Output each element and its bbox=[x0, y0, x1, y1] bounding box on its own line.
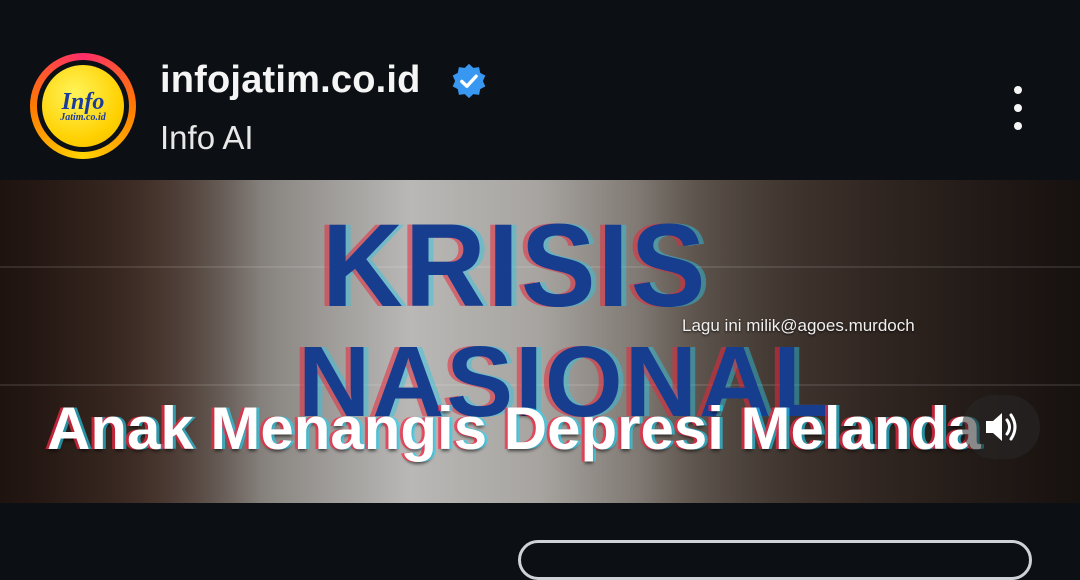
more-vertical-icon bbox=[1014, 86, 1022, 94]
avatar[interactable]: Info Jatim.co.id bbox=[42, 65, 124, 147]
avatar-story-ring[interactable]: Info Jatim.co.id bbox=[30, 53, 136, 159]
video-background-text: KRISIS bbox=[322, 199, 708, 332]
account-name[interactable]: infojatim.co.id bbox=[160, 58, 421, 102]
verified-badge-icon bbox=[452, 63, 486, 99]
sound-toggle-button[interactable] bbox=[962, 395, 1040, 459]
avatar-logo-text: Info bbox=[61, 89, 105, 115]
music-credit-text: Lagu ini milik@agoes.murdoch bbox=[682, 316, 915, 335]
avatar-logo-subtext: Jatim.co.id bbox=[60, 112, 106, 123]
more-vertical-icon-dot bbox=[1014, 122, 1022, 130]
audio-label[interactable]: Info AI bbox=[160, 118, 254, 158]
more-options-button[interactable] bbox=[998, 82, 1038, 134]
post-header: Info Jatim.co.id infojatim.co.id Info AI bbox=[0, 0, 1080, 180]
bottom-action-pill[interactable] bbox=[518, 540, 1032, 580]
volume-on-icon bbox=[986, 413, 1017, 441]
more-vertical-icon-dot bbox=[1014, 104, 1022, 112]
video-caption: Anak Menangis Depresi Melanda bbox=[47, 395, 981, 462]
avatar-ring-gap: Info Jatim.co.id bbox=[37, 60, 129, 152]
